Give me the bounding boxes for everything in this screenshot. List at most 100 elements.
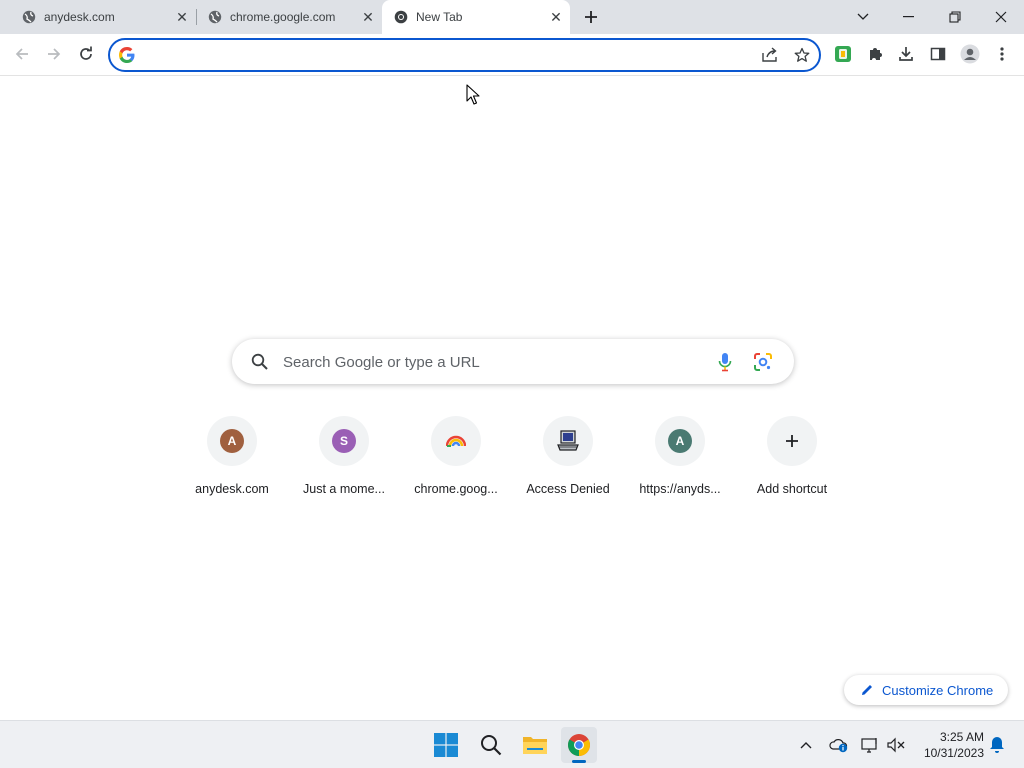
- folder-icon: [523, 737, 547, 754]
- letter-avatar-icon: A: [220, 429, 244, 453]
- close-icon: [995, 11, 1007, 23]
- tab-chrome-google[interactable]: chrome.google.com ✕: [186, 0, 382, 34]
- close-icon[interactable]: ✕: [360, 9, 376, 25]
- taskbar: 3:25 AM 10/31/2023: [0, 720, 1024, 768]
- ntp-search-input[interactable]: [283, 351, 703, 373]
- globe-icon: [208, 10, 222, 24]
- speaker-muted-icon: [887, 737, 905, 753]
- windows-start-icon: [434, 733, 458, 757]
- minimize-button[interactable]: [886, 0, 932, 34]
- address-input[interactable]: [144, 46, 744, 66]
- rainbow-icon: [446, 435, 466, 447]
- shortcut-label: Access Denied: [526, 482, 610, 496]
- extension-button[interactable]: [828, 39, 858, 69]
- restore-icon: [949, 11, 961, 23]
- shortcut-label: https://anyds...: [639, 482, 721, 496]
- letter-avatar-icon: S: [332, 429, 356, 453]
- tab-label: chrome.google.com: [230, 10, 336, 24]
- tab-search-button[interactable]: [840, 0, 886, 34]
- profile-button[interactable]: [955, 39, 985, 69]
- shortcut-tile[interactable]: chrome.goog...: [400, 414, 512, 506]
- start-button[interactable]: [428, 727, 464, 763]
- file-explorer-button[interactable]: [517, 727, 553, 763]
- reload-button[interactable]: [71, 39, 101, 69]
- pencil-icon: [860, 683, 874, 697]
- shortcut-icon-circle: [543, 416, 593, 466]
- shortcut-label: anydesk.com: [195, 482, 269, 496]
- close-window-button[interactable]: [978, 0, 1024, 34]
- cloud-info-icon: [829, 739, 848, 753]
- shortcut-label: chrome.goog...: [414, 482, 498, 496]
- extensions-button[interactable]: [860, 39, 890, 69]
- close-icon[interactable]: ✕: [548, 9, 564, 25]
- globe-icon: [22, 10, 36, 24]
- customize-chrome-button[interactable]: Customize Chrome: [844, 675, 1008, 705]
- share-icon[interactable]: [761, 47, 779, 68]
- chrome-taskbar-button[interactable]: [561, 727, 597, 763]
- tab-new-tab[interactable]: New Tab ✕: [382, 0, 570, 34]
- microphone-icon[interactable]: [718, 352, 732, 377]
- side-panel-button[interactable]: [923, 39, 953, 69]
- computer-icon: [557, 430, 579, 451]
- chrome-icon: [394, 10, 408, 24]
- search-icon: [481, 735, 502, 756]
- shortcut-icon-circle: A: [655, 416, 705, 466]
- shortcut-icon-circle: S: [319, 416, 369, 466]
- back-button[interactable]: [7, 39, 37, 69]
- tab-label: New Tab: [416, 10, 463, 24]
- clock-date: 10/31/2023: [923, 746, 984, 760]
- network-icon: [861, 738, 877, 753]
- restore-button[interactable]: [932, 0, 978, 34]
- letter-avatar-icon: A: [668, 429, 692, 453]
- forward-button[interactable]: [39, 39, 69, 69]
- notifications-button[interactable]: [986, 733, 1008, 757]
- add-shortcut-tile[interactable]: Add shortcut: [736, 414, 848, 506]
- google-icon: [119, 47, 135, 68]
- arrow-right-icon: [48, 48, 61, 60]
- shortcut-icon-circle: [431, 416, 481, 466]
- lens-icon[interactable]: [753, 352, 773, 377]
- network-tray-button[interactable]: [859, 733, 881, 757]
- tab-anydesk[interactable]: anydesk.com ✕: [0, 0, 196, 34]
- chevron-up-icon: [800, 742, 812, 749]
- shortcut-label: Just a mome...: [303, 482, 385, 496]
- avatar-icon: [960, 44, 980, 64]
- shortcut-label: Add shortcut: [756, 482, 828, 496]
- chrome-icon: [568, 734, 590, 756]
- menu-button[interactable]: [987, 39, 1017, 69]
- onedrive-tray-button[interactable]: [828, 733, 850, 757]
- new-tab-button[interactable]: [568, 0, 614, 34]
- search-icon: [251, 353, 268, 375]
- clock[interactable]: 3:25 AM 10/31/2023: [912, 729, 984, 761]
- kebab-menu-icon: [1000, 47, 1004, 61]
- reload-icon: [80, 46, 92, 60]
- shortcut-tile[interactable]: Access Denied: [512, 414, 624, 506]
- puzzle-icon: [870, 48, 882, 60]
- side-panel-icon: [930, 47, 946, 61]
- clock-time: 3:25 AM: [939, 730, 984, 744]
- chevron-down-icon: [857, 13, 869, 20]
- address-bar[interactable]: [108, 38, 821, 72]
- ntp-search-box[interactable]: [232, 339, 794, 384]
- show-hidden-icons-button[interactable]: [795, 733, 817, 757]
- arrow-left-icon: [15, 48, 28, 60]
- shortcut-icon-circle: [767, 416, 817, 466]
- mouse-cursor-icon: [466, 84, 480, 111]
- extension-app-icon: [835, 46, 851, 62]
- download-icon: [899, 47, 913, 61]
- shortcut-tile[interactable]: S Just a mome...: [288, 414, 400, 506]
- shortcut-tile[interactable]: A https://anyds...: [624, 414, 736, 506]
- bell-icon: [990, 737, 1004, 753]
- shortcut-icon-circle: A: [207, 416, 257, 466]
- downloads-button[interactable]: [891, 39, 921, 69]
- volume-tray-button[interactable]: [885, 733, 907, 757]
- tab-strip: anydesk.com ✕ chrome.google.com ✕ New Ta…: [0, 0, 1024, 34]
- shortcut-tile[interactable]: A anydesk.com: [176, 414, 288, 506]
- customize-chrome-label: Customize Chrome: [882, 682, 994, 698]
- taskbar-search-button[interactable]: [473, 727, 509, 763]
- bookmark-star-icon[interactable]: [794, 47, 810, 68]
- tab-label: anydesk.com: [44, 10, 115, 24]
- plus-icon: [786, 435, 798, 447]
- plus-icon: [585, 11, 597, 23]
- toolbar: [0, 34, 1024, 76]
